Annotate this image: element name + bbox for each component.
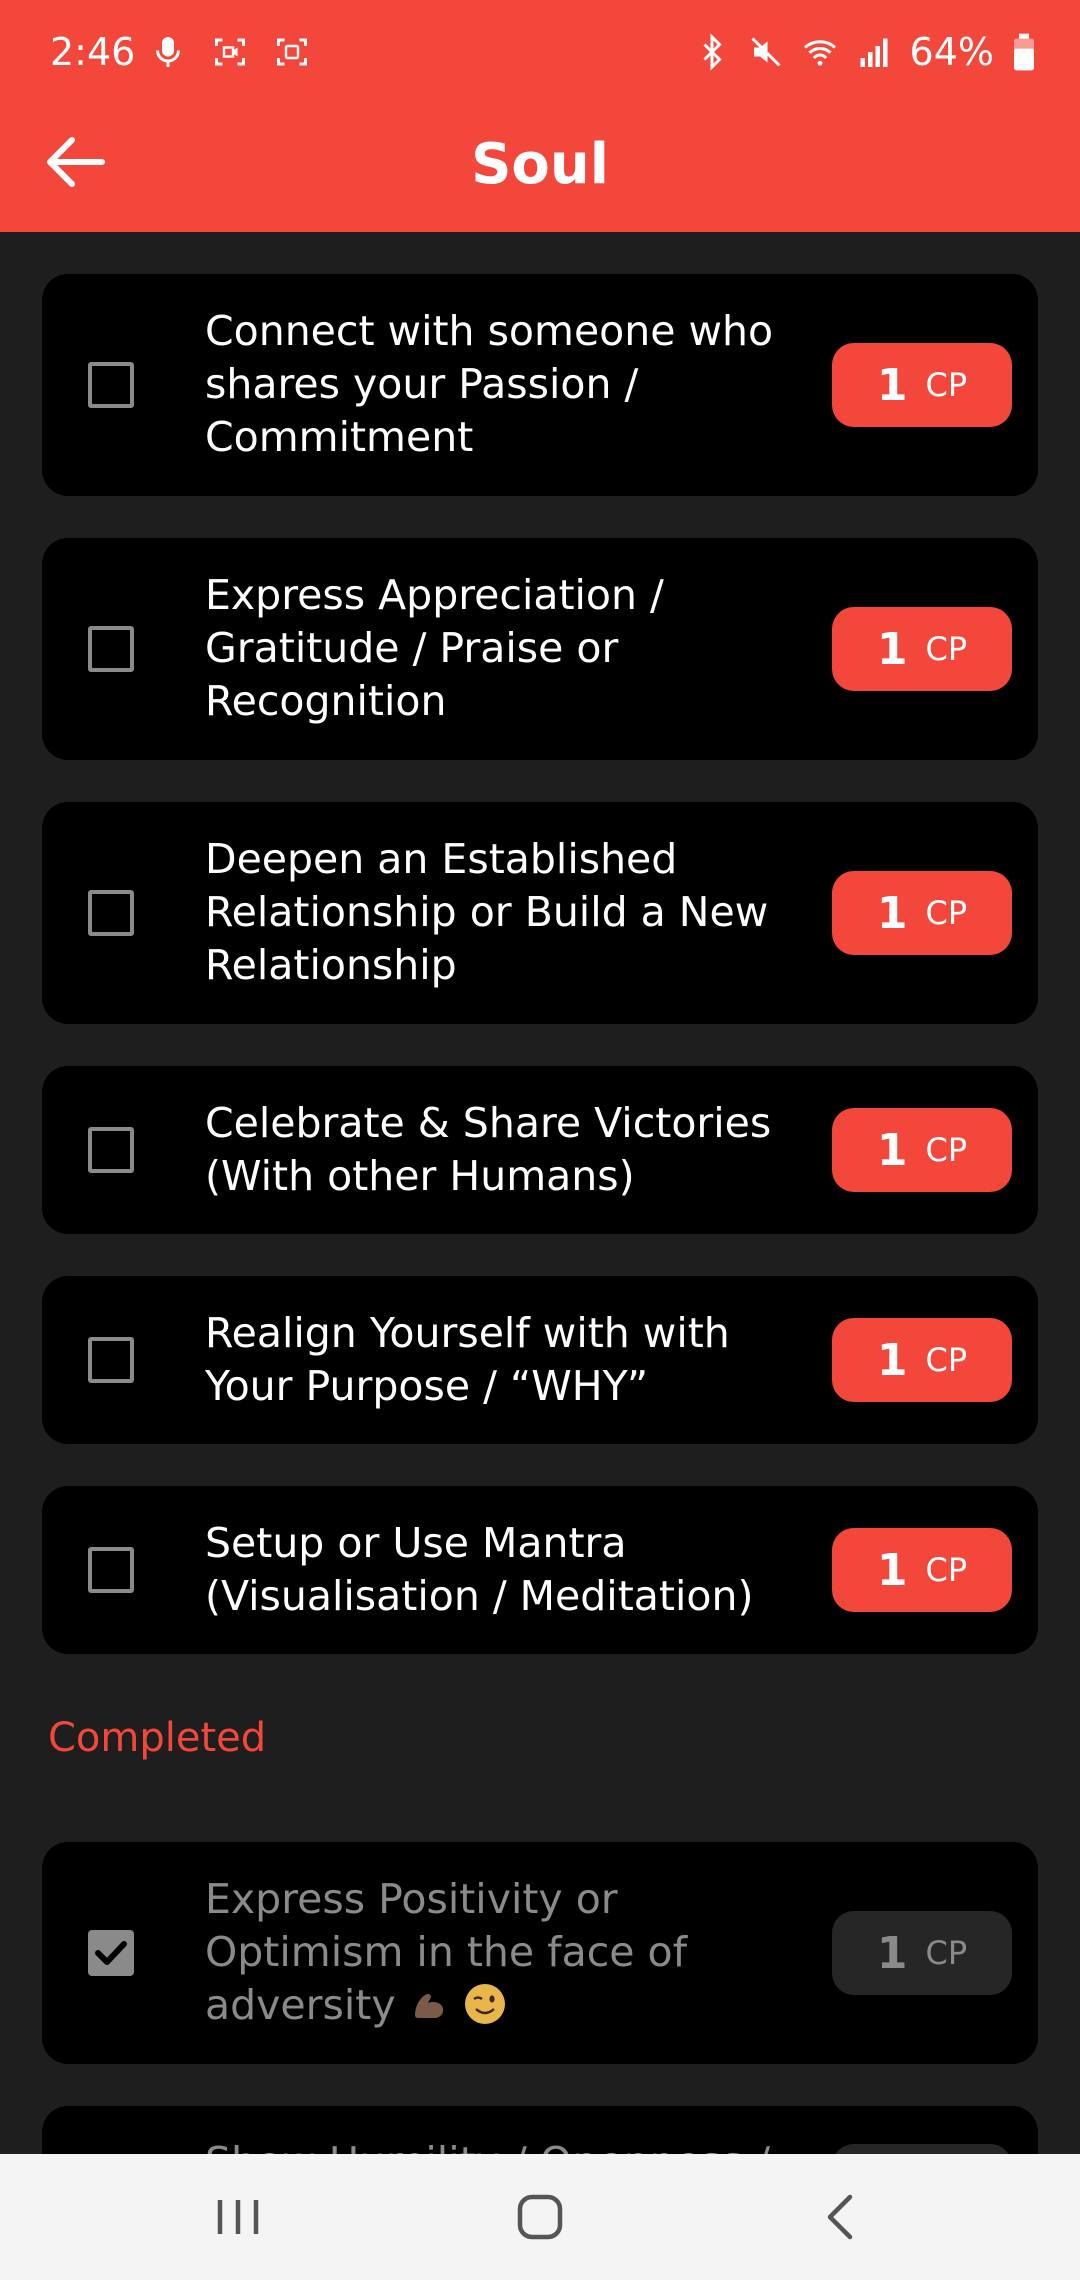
- signal-icon: [856, 32, 892, 72]
- task-card[interactable]: Connect with someone who shares your Pas…: [42, 274, 1038, 496]
- cp-unit: CP: [925, 1131, 968, 1169]
- winking-face-emoji: [464, 1984, 505, 2024]
- app-header-bar: 2:46 64% Soul: [0, 0, 1080, 232]
- status-left-icons: [150, 32, 310, 72]
- task-card[interactable]: Deepen an Established Relationship or Bu…: [42, 802, 1038, 1024]
- bluetooth-icon: [694, 32, 730, 72]
- screenshot-icon: [274, 32, 310, 72]
- nav-back-button[interactable]: [806, 2184, 876, 2250]
- task-card[interactable]: Setup or Use Mantra (Visualisation / Med…: [42, 1486, 1038, 1654]
- cp-points: 1: [876, 359, 908, 411]
- cp-badge[interactable]: 1 CP: [832, 1318, 1012, 1402]
- task-label: Celebrate & Share Victories (With other …: [205, 1099, 772, 1200]
- cp-points: 1: [876, 1334, 908, 1386]
- cp-points: 1: [876, 1124, 908, 1176]
- home-button[interactable]: [505, 2184, 575, 2250]
- cp-badge[interactable]: 1 CP: [832, 1911, 1012, 1995]
- battery-icon: [1012, 32, 1036, 72]
- task-card[interactable]: Celebrate & Share Victories (With other …: [42, 1066, 1038, 1234]
- header: Soul: [0, 104, 1080, 232]
- cp-unit: CP: [925, 1551, 968, 1589]
- home-icon: [517, 2194, 563, 2240]
- cp-badge[interactable]: 1 CP: [832, 871, 1012, 955]
- cp-badge[interactable]: 1 CP: [832, 343, 1012, 427]
- mute-icon: [748, 32, 784, 72]
- cp-badge[interactable]: 1 CP: [832, 1108, 1012, 1192]
- cp-points: 1: [876, 887, 908, 939]
- task-label: Connect with someone who shares your Pas…: [205, 307, 774, 461]
- status-time: 2:46: [50, 30, 136, 74]
- battery-percent: 64%: [909, 30, 994, 74]
- task-checkbox[interactable]: [88, 1337, 134, 1383]
- checkmark-icon: [95, 1941, 127, 1965]
- cp-unit: CP: [925, 366, 968, 404]
- cp-badge[interactable]: 1 CP: [832, 607, 1012, 691]
- microphone-icon: [150, 32, 186, 72]
- back-icon: [827, 2194, 853, 2240]
- page-title: Soul: [471, 132, 609, 197]
- task-card[interactable]: Express Appreciation / Gratitude / Prais…: [42, 538, 1038, 760]
- task-label: Setup or Use Mantra (Visualisation / Med…: [205, 1519, 754, 1620]
- cp-badge[interactable]: 1 CP: [832, 1528, 1012, 1612]
- task-checkbox[interactable]: [88, 362, 134, 408]
- task-checkbox[interactable]: [88, 1547, 134, 1593]
- status-bar: 2:46 64%: [0, 0, 1080, 104]
- status-right: 64%: [694, 28, 1036, 76]
- task-checkbox[interactable]: [88, 626, 134, 672]
- cp-unit: CP: [925, 630, 968, 668]
- cp-unit: CP: [925, 894, 968, 932]
- cp-unit: CP: [925, 1341, 968, 1379]
- task-card[interactable]: Realign Yourself with with Your Purpose …: [42, 1276, 1038, 1444]
- task-label: Realign Yourself with with Your Purpose …: [205, 1309, 730, 1410]
- task-label: Deepen an Established Relationship or Bu…: [205, 835, 769, 989]
- task-list: Connect with someone who shares your Pas…: [42, 274, 1038, 1696]
- recent-apps-button[interactable]: [203, 2184, 273, 2250]
- flexed-biceps-emoji: [414, 1993, 443, 2018]
- cp-points: 1: [876, 1927, 908, 1979]
- completed-task-label: Express Positivity or Optimism in the fa…: [205, 1873, 805, 2032]
- task-checkbox[interactable]: [88, 1127, 134, 1173]
- completed-heading: Completed: [48, 1715, 267, 1761]
- recent-apps-icon: [217, 2200, 259, 2234]
- system-nav-bar: [0, 2154, 1080, 2280]
- task-label: Express Appreciation / Gratitude / Prais…: [205, 571, 664, 725]
- screen-record-icon: [212, 32, 248, 72]
- wifi-icon: [802, 32, 838, 72]
- app-screen: 2:46 64% Soul Connect with someone who s…: [0, 0, 1080, 2280]
- cp-unit: CP: [925, 1934, 968, 1972]
- completed-task-card[interactable]: Express Positivity or Optimism in the fa…: [42, 1842, 1038, 2064]
- task-checkbox-checked[interactable]: [88, 1930, 134, 1976]
- task-checkbox[interactable]: [88, 890, 134, 936]
- cp-points: 1: [876, 623, 908, 675]
- cp-points: 1: [876, 1544, 908, 1596]
